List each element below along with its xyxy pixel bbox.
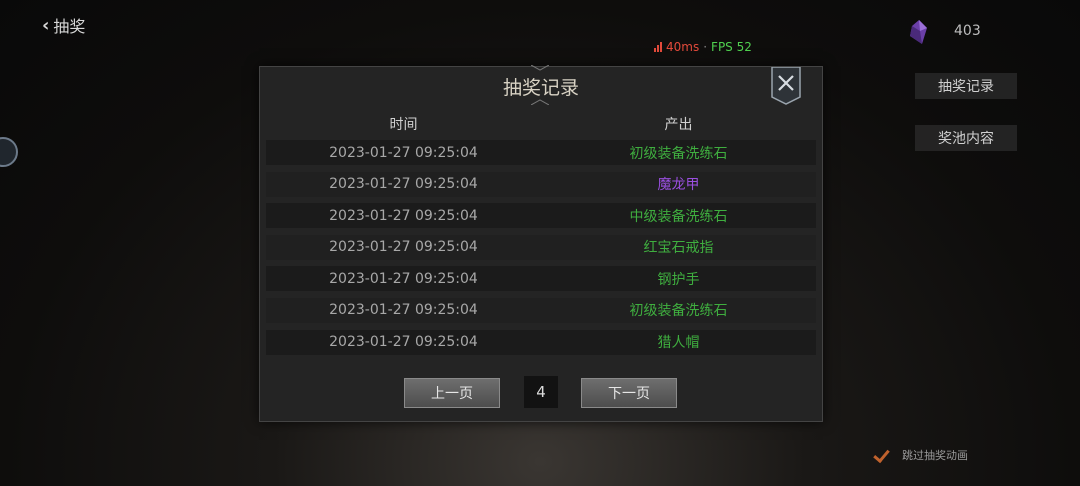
row-time: 2023-01-27 09:25:04: [329, 239, 478, 256]
row-item: 中级装备洗练石: [629, 208, 728, 225]
draw-record-button[interactable]: 抽奖记录: [915, 73, 1017, 99]
fps-value: FPS 52: [711, 40, 752, 54]
column-time: 时间: [389, 117, 418, 133]
prev-page-button[interactable]: 上一页: [404, 378, 500, 408]
checkmark-icon: [872, 446, 892, 464]
row-item: 猎人帽: [657, 335, 700, 352]
table-row: 2023-01-27 09:25:04 初级装备洗练石: [266, 297, 816, 323]
page-number: 4: [524, 376, 558, 408]
title-ornament-top: [531, 65, 549, 71]
side-toggle-button[interactable]: [0, 137, 18, 167]
row-item: 初级装备洗练石: [629, 303, 728, 320]
row-item: 红宝石戒指: [643, 240, 714, 257]
row-time: 2023-01-27 09:25:04: [329, 334, 478, 351]
table-header: 时间 产出: [266, 109, 816, 139]
next-page-button[interactable]: 下一页: [581, 378, 677, 408]
row-item: 魔龙甲: [657, 177, 700, 194]
table-row: 2023-01-27 09:25:04 中级装备洗练石: [266, 203, 816, 229]
back-label: 抽奖: [53, 17, 86, 36]
row-time: 2023-01-27 09:25:04: [329, 207, 478, 224]
table-row: 2023-01-27 09:25:04 钢护手: [266, 266, 816, 292]
draw-record-dialog: 抽奖记录 时间 产出 2023-01-27 09:25:04 初级装备洗练石 2…: [259, 65, 823, 422]
latency-value: 40ms: [666, 40, 700, 54]
record-list: 2023-01-27 09:25:04 初级装备洗练石 2023-01-27 0…: [266, 140, 816, 361]
skip-animation-toggle[interactable]: 跳过抽奖动画: [872, 446, 968, 464]
gem-count: 403: [954, 23, 981, 39]
table-row: 2023-01-27 09:25:04 魔龙甲: [266, 171, 816, 197]
table-row: 2023-01-27 09:25:04 猎人帽: [266, 329, 816, 355]
row-item: 初级装备洗练石: [629, 145, 728, 162]
network-status: 40ms · FPS 52: [654, 40, 752, 54]
gem-icon: [910, 20, 927, 44]
table-row: 2023-01-27 09:25:04 初级装备洗练石: [266, 140, 816, 165]
row-time: 2023-01-27 09:25:04: [329, 302, 478, 319]
column-output: 产出: [664, 117, 693, 133]
row-time: 2023-01-27 09:25:04: [329, 176, 478, 193]
pagination: 上一页 4 下一页: [260, 376, 822, 408]
signal-icon: [654, 42, 662, 52]
dialog-title: 抽奖记录: [502, 77, 579, 99]
status-separator: ·: [703, 40, 708, 54]
prize-pool-button[interactable]: 奖池内容: [915, 125, 1017, 151]
row-item: 钢护手: [657, 271, 700, 288]
skip-animation-label: 跳过抽奖动画: [902, 449, 968, 462]
title-ornament-bottom: [531, 99, 549, 105]
back-button[interactable]: ‹ 抽奖: [42, 13, 85, 37]
close-icon[interactable]: [771, 67, 801, 105]
chevron-left-icon: ‹: [42, 14, 50, 36]
table-row: 2023-01-27 09:25:04 红宝石戒指: [266, 234, 816, 260]
row-time: 2023-01-27 09:25:04: [329, 270, 478, 287]
row-time: 2023-01-27 09:25:04: [329, 144, 478, 161]
